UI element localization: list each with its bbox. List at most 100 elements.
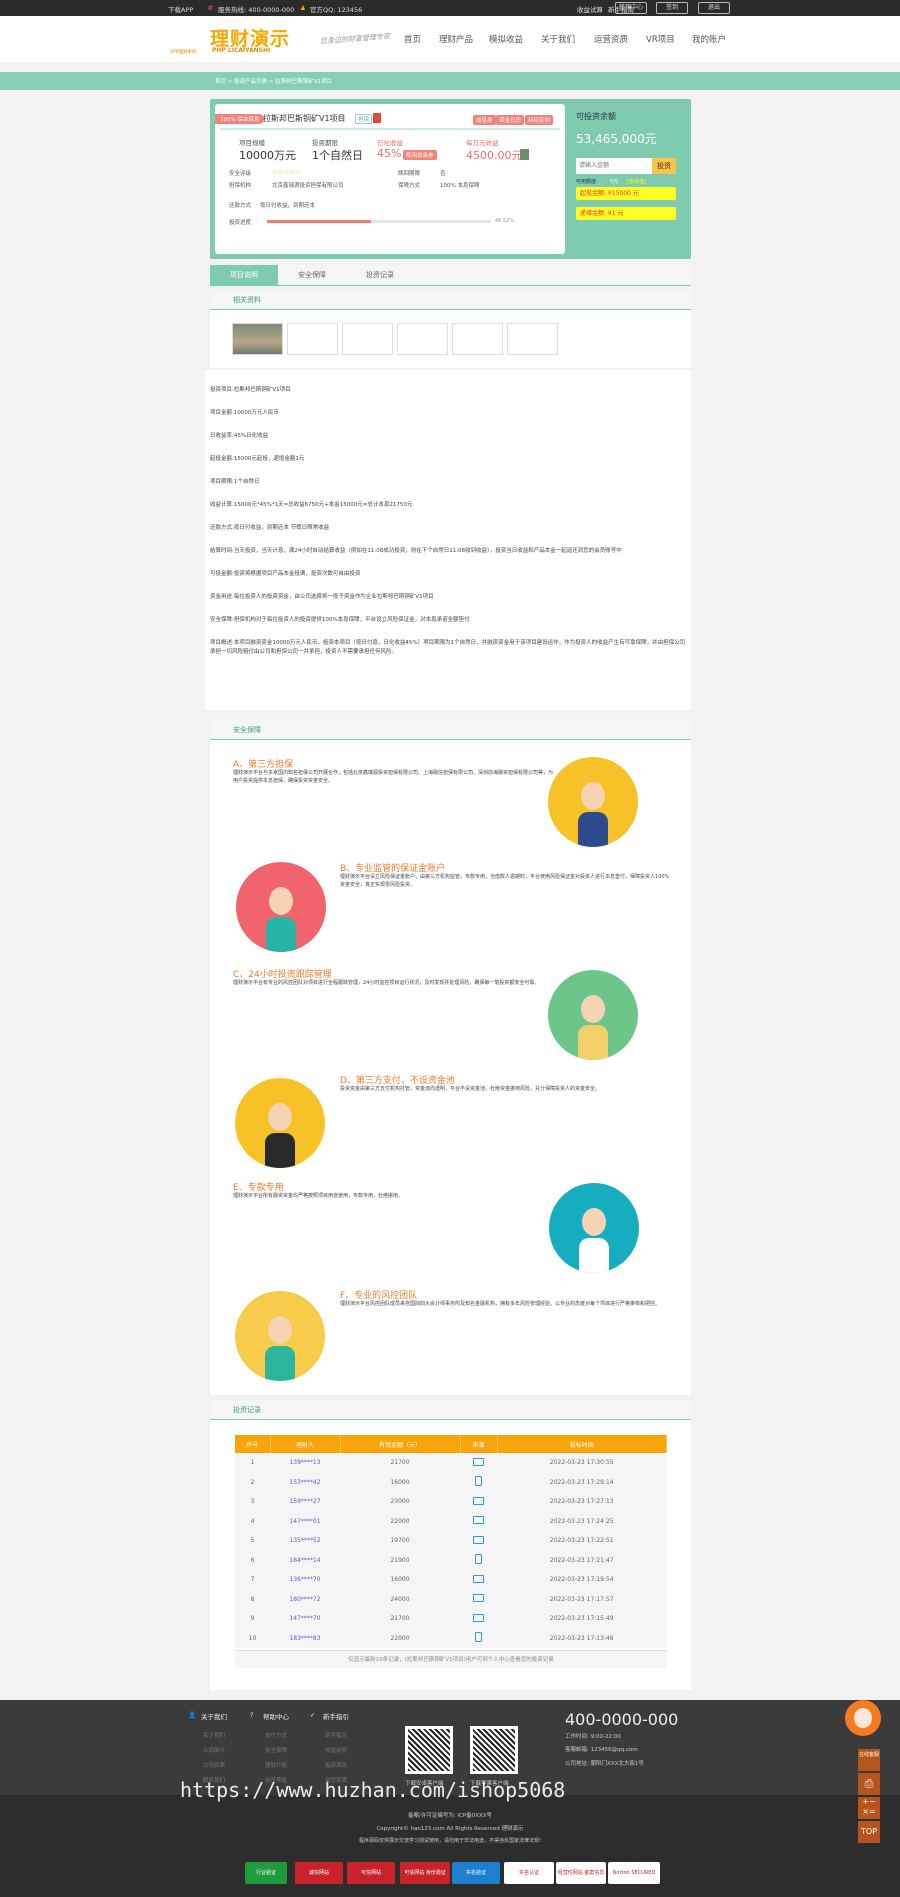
logout-button[interactable]: 退出 bbox=[698, 2, 730, 14]
row-index: 1 bbox=[235, 1453, 270, 1473]
table-row: 9 147****70 21700 2022-03-23 17:15:49 bbox=[235, 1609, 667, 1629]
row-time: 2022-03-23 17:13:46 bbox=[497, 1628, 667, 1648]
col-source: 来源 bbox=[460, 1435, 498, 1453]
nav-qualification[interactable]: 运营资质 bbox=[594, 33, 628, 45]
row-investor[interactable]: 136****70 bbox=[270, 1570, 340, 1590]
material-image[interactable] bbox=[452, 323, 503, 355]
tab-security[interactable]: 安全保障 bbox=[278, 265, 346, 285]
tab-description[interactable]: 项目说明 bbox=[210, 265, 278, 285]
footer-link[interactable]: 会员等级 bbox=[265, 1776, 287, 1784]
coupon-button[interactable]: 加息券 bbox=[473, 115, 496, 125]
invest-panel: 可投资余额 53,465,000元 投资 可用额度: 0元 [去充值] 起投金额… bbox=[566, 104, 686, 254]
admin-button[interactable]: 管理中心 bbox=[615, 2, 647, 14]
description-line: 安全保障:担保机构对于每位投资人的投资提供100%本息保障，平台设立风险保证金，… bbox=[210, 617, 470, 623]
qq-icon: ♟ bbox=[300, 4, 306, 12]
redeem-label: 赎回期限 bbox=[398, 171, 421, 177]
desktop-icon bbox=[460, 1609, 497, 1629]
ios-qr-code bbox=[470, 1726, 518, 1774]
footer-col-title[interactable]: 新手指引 bbox=[323, 1711, 349, 1721]
material-image[interactable] bbox=[397, 323, 448, 355]
calendar-button[interactable]: 资金日历 bbox=[496, 115, 525, 125]
row-investor[interactable]: 153****42 bbox=[270, 1472, 340, 1492]
row-index: 3 bbox=[235, 1492, 270, 1512]
recharge-link[interactable]: [去充值] bbox=[627, 178, 646, 185]
red-envelope-icon bbox=[373, 113, 381, 123]
mobile-icon bbox=[460, 1628, 497, 1648]
nav-simulate[interactable]: 模拟收益 bbox=[489, 33, 523, 45]
row-investor[interactable]: 159****27 bbox=[270, 1492, 340, 1512]
row-investor[interactable]: 147****70 bbox=[270, 1609, 340, 1629]
project-card: 100% 保本保息 拉斯邦巴斯铜矿V1项目 担保 加息券 资金日历 特权定制 项… bbox=[215, 104, 565, 254]
mascot-icon[interactable] bbox=[845, 1700, 881, 1736]
certification-badge[interactable]: Norton SECURED bbox=[608, 1862, 660, 1884]
icp-number[interactable]: 备案/许可证编号为: ICP备0XXX号 bbox=[0, 1811, 900, 1819]
row-amount: 19700 bbox=[340, 1531, 460, 1551]
footer-link[interactable]: 新手指引 bbox=[325, 1731, 347, 1739]
rating-stars: ☆☆☆☆☆ bbox=[272, 168, 302, 176]
footer-phone: 400-0000-000 bbox=[565, 1710, 679, 1729]
certification-badge[interactable]: 行业验证 bbox=[245, 1862, 287, 1884]
nav-home[interactable]: 首页 bbox=[404, 33, 421, 45]
certification-badge[interactable]: 实名验证 bbox=[452, 1862, 500, 1884]
footer-link[interactable]: 公司资质 bbox=[203, 1761, 225, 1769]
security-illustration-icon bbox=[235, 1291, 325, 1381]
available-value: 0元 bbox=[610, 179, 619, 185]
print-icon[interactable]: ⎙ bbox=[858, 1773, 880, 1795]
back-to-top-button[interactable]: TOP bbox=[858, 1821, 880, 1843]
footer-link[interactable]: 投资项目 bbox=[325, 1761, 347, 1769]
calculator-button[interactable]: +− ×= bbox=[858, 1797, 880, 1819]
material-image[interactable] bbox=[287, 323, 338, 355]
certification-badge[interactable]: 诚信网站 bbox=[295, 1862, 343, 1884]
row-investor[interactable]: 147****01 bbox=[270, 1511, 340, 1531]
footer-link[interactable]: 支付方式 bbox=[265, 1731, 287, 1739]
desktop-icon bbox=[460, 1511, 497, 1531]
nav-vr[interactable]: VR项目 bbox=[646, 33, 675, 45]
mobile-icon bbox=[460, 1550, 497, 1570]
footer-link[interactable]: 关于我们 bbox=[203, 1731, 225, 1739]
certification-badge[interactable]: 可信网站 bbox=[347, 1862, 395, 1884]
material-image[interactable] bbox=[342, 323, 393, 355]
description-line: 日收益率:45%日化收益 bbox=[210, 433, 269, 439]
footer-col-title[interactable]: 帮助中心 bbox=[263, 1711, 289, 1721]
certification-badge[interactable]: 实名认证 bbox=[504, 1862, 554, 1884]
row-amount: 22000 bbox=[340, 1628, 460, 1648]
row-time: 2022-03-23 17:29:14 bbox=[497, 1472, 667, 1492]
row-investor[interactable]: 180****72 bbox=[270, 1589, 340, 1609]
footer-link[interactable]: 运营资质 bbox=[325, 1776, 347, 1784]
calculator-icon[interactable] bbox=[520, 149, 529, 160]
footer-link[interactable]: 理财介绍 bbox=[265, 1761, 287, 1769]
certification-badge[interactable]: 可信网站 身份验证 bbox=[400, 1862, 450, 1884]
invest-button[interactable]: 投资 bbox=[652, 158, 676, 174]
amount-input[interactable] bbox=[576, 158, 652, 174]
row-investor[interactable]: 183****83 bbox=[270, 1628, 340, 1648]
breadcrumb-text[interactable]: 首页 > 投资产品列表 > 拉斯邦巴斯铜矿V1项目 bbox=[215, 77, 332, 85]
footer-link[interactable]: 公司简介 bbox=[203, 1746, 225, 1754]
table-row: 2 153****42 16000 2022-03-23 17:29:14 bbox=[235, 1472, 667, 1492]
privilege-button[interactable]: 特权定制 bbox=[525, 115, 554, 125]
rate-coupon-tag[interactable]: 使用加息券 bbox=[403, 150, 437, 160]
material-image[interactable] bbox=[232, 323, 283, 355]
row-investor[interactable]: 135****52 bbox=[270, 1531, 340, 1551]
footer-link[interactable]: 联系我们 bbox=[203, 1776, 225, 1784]
material-image[interactable] bbox=[507, 323, 558, 355]
table-row: 1 139****13 21700 2022-03-23 17:30:55 bbox=[235, 1453, 667, 1473]
footer-link[interactable]: 收益说明 bbox=[325, 1746, 347, 1754]
row-investor[interactable]: 139****13 bbox=[270, 1453, 340, 1473]
description-panel bbox=[205, 370, 691, 710]
android-qr-code bbox=[405, 1726, 453, 1774]
row-investor[interactable]: 184****14 bbox=[270, 1550, 340, 1570]
tab-records[interactable]: 投资记录 bbox=[346, 265, 414, 285]
download-app-link[interactable]: 下载APP bbox=[168, 4, 193, 14]
online-service-button[interactable]: 在线客服 bbox=[858, 1749, 880, 1771]
certification-badge[interactable]: 经营性网站 备案信息 bbox=[556, 1862, 606, 1884]
calc-link[interactable]: 收益试算 bbox=[577, 4, 603, 14]
materials-heading: 相关资料 bbox=[210, 290, 691, 310]
footer-link[interactable]: 安全保障 bbox=[265, 1746, 287, 1754]
nav-account[interactable]: 我的账户 bbox=[692, 33, 726, 45]
table-row: 8 180****72 24000 2022-03-23 17:17:57 bbox=[235, 1589, 667, 1609]
nav-products[interactable]: 理财产品 bbox=[439, 33, 473, 45]
repay-value: 按日付收益，到期还本 bbox=[260, 203, 316, 209]
signin-button[interactable]: 签到 bbox=[656, 2, 688, 14]
footer-col-title[interactable]: 关于我们 bbox=[201, 1711, 227, 1721]
nav-about[interactable]: 关于我们 bbox=[541, 33, 575, 45]
